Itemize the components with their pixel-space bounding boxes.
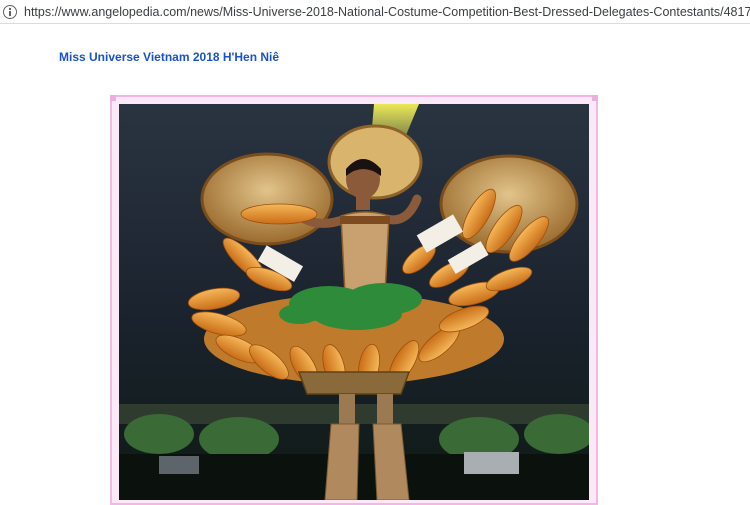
stage-monitor	[464, 452, 519, 474]
article-title[interactable]: Miss Universe Vietnam 2018 H'Hen Niê	[59, 50, 279, 64]
left-boot	[324, 423, 360, 500]
address-bar[interactable]: https://www.angelopedia.com/news/Miss-Un…	[0, 0, 750, 24]
held-baguette	[240, 203, 318, 225]
frame-corner	[110, 95, 116, 101]
info-icon[interactable]	[3, 4, 17, 19]
bodice	[340, 211, 390, 295]
costume-photo-illustration	[119, 104, 589, 500]
url-text[interactable]: https://www.angelopedia.com/news/Miss-Un…	[24, 5, 750, 19]
stage-monitor	[159, 456, 199, 474]
bottom-basket	[297, 371, 411, 395]
frame-corner	[592, 95, 598, 101]
costume-photo	[119, 104, 589, 500]
left-basket	[200, 152, 334, 246]
